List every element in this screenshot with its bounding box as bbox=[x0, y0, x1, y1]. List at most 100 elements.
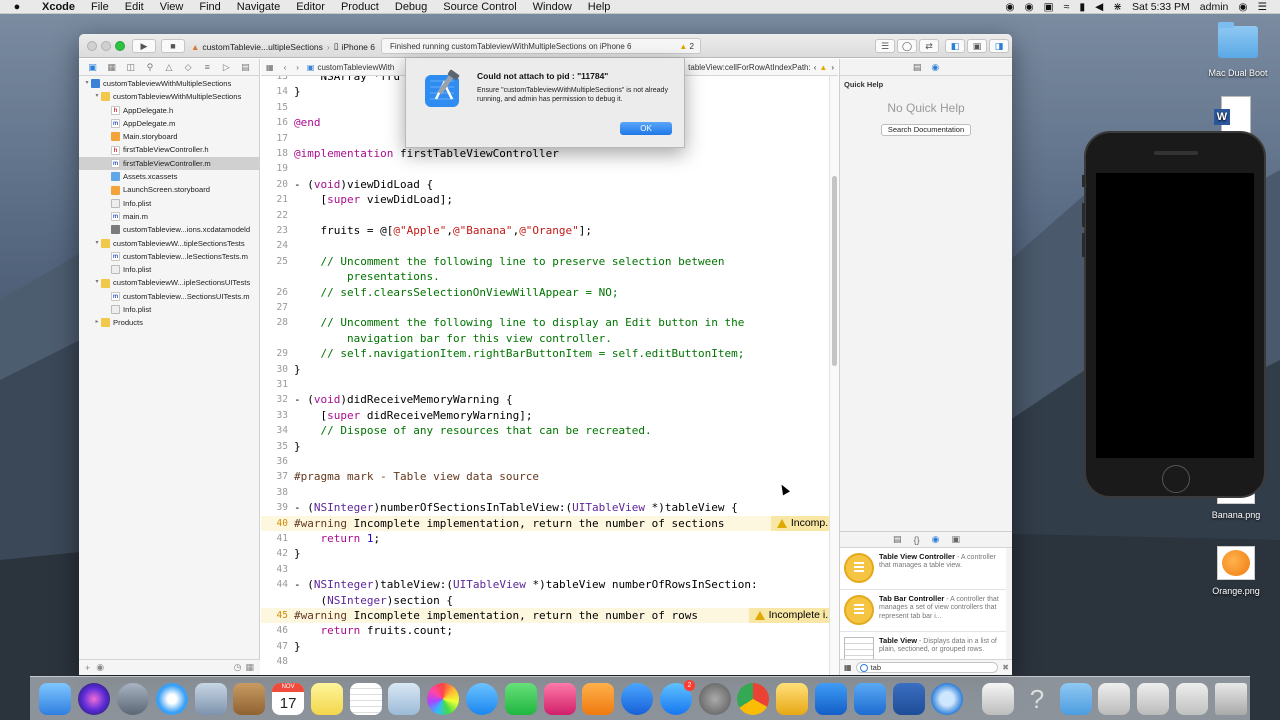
toggle-navigator-button[interactable]: ◧ bbox=[945, 39, 965, 53]
mail-stamp-icon[interactable] bbox=[194, 682, 227, 715]
display-icon[interactable]: ▣ bbox=[1039, 1, 1059, 13]
navigator-row[interactable]: h firstTableViewController.h bbox=[79, 143, 259, 156]
apple-menu-icon[interactable]: ● bbox=[0, 1, 34, 13]
screenshot-stack-icon-2[interactable] bbox=[1137, 682, 1170, 715]
bluetooth-file-exchange-icon[interactable] bbox=[621, 682, 654, 715]
inline-warning-badge[interactable]: Incomplete i... bbox=[748, 608, 838, 624]
code-line[interactable]: 41 return 1; bbox=[261, 531, 838, 546]
source-control-icon[interactable]: ▦ bbox=[106, 62, 118, 73]
file-inspector-icon[interactable]: ▤ bbox=[913, 62, 922, 73]
navigator-row[interactable]: m main.m bbox=[79, 210, 259, 223]
trash-icon[interactable] bbox=[1214, 682, 1247, 715]
quicktime-icon[interactable] bbox=[931, 682, 964, 715]
code-line[interactable]: 22 bbox=[261, 208, 838, 223]
toggle-utilities-button[interactable]: ◨ bbox=[989, 39, 1009, 53]
safari-icon[interactable] bbox=[155, 682, 188, 715]
device-name[interactable]: iPhone 6 bbox=[341, 42, 375, 52]
volume-icon[interactable]: ◀ bbox=[1090, 1, 1108, 13]
code-line[interactable]: 25 // Uncomment the following line to pr… bbox=[261, 254, 838, 269]
help-icon[interactable]: ? bbox=[1021, 683, 1053, 715]
library-item[interactable]: Table View Controller - A controller tha… bbox=[840, 548, 1006, 590]
navigator-row[interactable]: Info.plist bbox=[79, 197, 259, 210]
issue-navigator-icon[interactable]: △ bbox=[163, 62, 175, 73]
code-line[interactable]: 43 bbox=[261, 562, 838, 577]
code-line[interactable]: 30} bbox=[261, 362, 838, 377]
code-line[interactable]: 38 bbox=[261, 485, 838, 500]
simulator-screen[interactable] bbox=[1096, 173, 1254, 458]
navigator-row[interactable]: ▾ customTableviewWithMultipleSections bbox=[79, 77, 259, 90]
filter-icon[interactable]: ◉ bbox=[96, 662, 104, 673]
test-navigator-icon[interactable]: ◇ bbox=[182, 62, 194, 73]
debug-navigator-icon[interactable]: ≡ bbox=[201, 62, 213, 72]
preview-icon[interactable] bbox=[388, 682, 421, 715]
quick-help-icon[interactable]: ◉ bbox=[931, 62, 939, 73]
navigator-row[interactable]: m firstTableViewController.m bbox=[79, 156, 259, 171]
code-line[interactable]: 31 bbox=[261, 377, 838, 392]
navigator-row[interactable]: ▾ customTableviewWithMultipleSections bbox=[79, 90, 259, 103]
code-snippet-library-icon[interactable]: {} bbox=[914, 535, 920, 545]
battery-icon[interactable]: ▮ bbox=[1074, 1, 1090, 13]
menu-product[interactable]: Product bbox=[333, 1, 387, 13]
wifi-icon[interactable]: ≈ bbox=[1059, 1, 1075, 13]
search-documentation-button[interactable]: Search Documentation bbox=[881, 124, 971, 136]
grid-view-icon[interactable]: ▦ bbox=[844, 663, 852, 672]
ibooks-icon[interactable] bbox=[582, 682, 615, 715]
zoom-window-button[interactable] bbox=[115, 41, 125, 51]
word-dock-icon[interactable] bbox=[892, 682, 925, 715]
disclosure-triangle-icon[interactable]: ▸ bbox=[93, 316, 101, 329]
file-template-library-icon[interactable]: ▤ bbox=[893, 534, 902, 545]
navigator-row[interactable]: Assets.xcassets bbox=[79, 170, 259, 183]
instruments-icon[interactable] bbox=[853, 682, 886, 715]
recent-files-icon[interactable]: ◷ bbox=[234, 662, 242, 673]
itunes-icon[interactable] bbox=[543, 682, 576, 715]
minimize-window-button[interactable] bbox=[101, 41, 111, 51]
report-navigator-icon[interactable]: ▤ bbox=[239, 62, 251, 73]
code-line[interactable]: (NSInteger)section { bbox=[261, 593, 838, 608]
code-line[interactable]: 24 bbox=[261, 238, 838, 253]
inline-warning-badge[interactable]: Incomp... bbox=[770, 515, 838, 531]
menu-editor[interactable]: Editor bbox=[288, 1, 333, 13]
navigator-row[interactable]: Info.plist bbox=[79, 303, 259, 316]
notification-center-icon[interactable]: ☰ bbox=[1253, 1, 1272, 13]
siri-icon[interactable]: ◉ bbox=[1233, 1, 1252, 13]
status-icon[interactable]: ◉ bbox=[1019, 1, 1038, 13]
iphone-simulator[interactable] bbox=[1082, 131, 1266, 498]
code-line[interactable]: 32 - (void)didReceiveMemoryWarning { bbox=[261, 392, 838, 407]
code-line[interactable]: presentations. bbox=[261, 269, 838, 284]
library-item[interactable]: Tab Bar Controller - A controller that m… bbox=[840, 590, 1006, 632]
toggle-debug-area-button[interactable]: ▣ bbox=[967, 39, 987, 53]
screenshot-stack-icon[interactable] bbox=[1098, 682, 1131, 715]
chrome-download-icon[interactable] bbox=[1176, 682, 1209, 715]
menu-window[interactable]: Window bbox=[525, 1, 580, 13]
jump-bar-warning-icon[interactable]: ▲ bbox=[819, 63, 827, 72]
navigator-row[interactable]: m AppDelegate.m bbox=[79, 117, 259, 130]
menu-edit[interactable]: Edit bbox=[117, 1, 152, 13]
photos-icon[interactable] bbox=[427, 682, 460, 715]
disclosure-triangle-icon[interactable]: ▾ bbox=[93, 90, 101, 103]
calendar-icon[interactable]: NOV 17 bbox=[272, 682, 305, 715]
code-line[interactable]: 27 bbox=[261, 300, 838, 315]
navigator-row[interactable]: customTableview...ions.xcdatamodeld bbox=[79, 223, 259, 236]
jump-bar-method[interactable]: tableView:cellForRowAtIndexPath: bbox=[688, 63, 811, 72]
code-line[interactable]: 35} bbox=[261, 439, 838, 454]
code-line[interactable]: 44 - (NSInteger)tableView:(UITableView *)… bbox=[261, 577, 838, 592]
home-button[interactable] bbox=[1162, 465, 1190, 493]
code-line[interactable]: navigation bar for this view controller. bbox=[261, 331, 838, 346]
xcode-dock-icon[interactable] bbox=[815, 682, 848, 715]
standard-editor-button[interactable]: ☰ bbox=[875, 39, 895, 53]
record-icon[interactable]: ◉ bbox=[1000, 1, 1019, 13]
chrome-icon[interactable] bbox=[737, 682, 770, 715]
facetime-icon[interactable] bbox=[504, 682, 537, 715]
launchpad-icon[interactable] bbox=[116, 682, 149, 715]
code-line[interactable]: 45 #warning Incomplete implementation, re… bbox=[261, 608, 838, 624]
menu-view[interactable]: View bbox=[152, 1, 192, 13]
desktop-icon-orange[interactable]: Orange.png bbox=[1196, 546, 1276, 596]
menu-source-control[interactable]: Source Control bbox=[435, 1, 524, 13]
code-line[interactable]: 37 #pragma mark - Table view data source bbox=[261, 469, 838, 484]
breakpoint-navigator-icon[interactable]: ▷ bbox=[220, 62, 232, 73]
clear-filter-icon[interactable]: ✖ bbox=[1002, 663, 1009, 672]
system-preferences-icon[interactable] bbox=[698, 682, 731, 715]
navigator-row[interactable]: h AppDelegate.h bbox=[79, 104, 259, 117]
code-line[interactable]: 21 [super viewDidLoad]; bbox=[261, 192, 838, 207]
jump-bar-next-issue-icon[interactable]: › bbox=[827, 63, 838, 72]
